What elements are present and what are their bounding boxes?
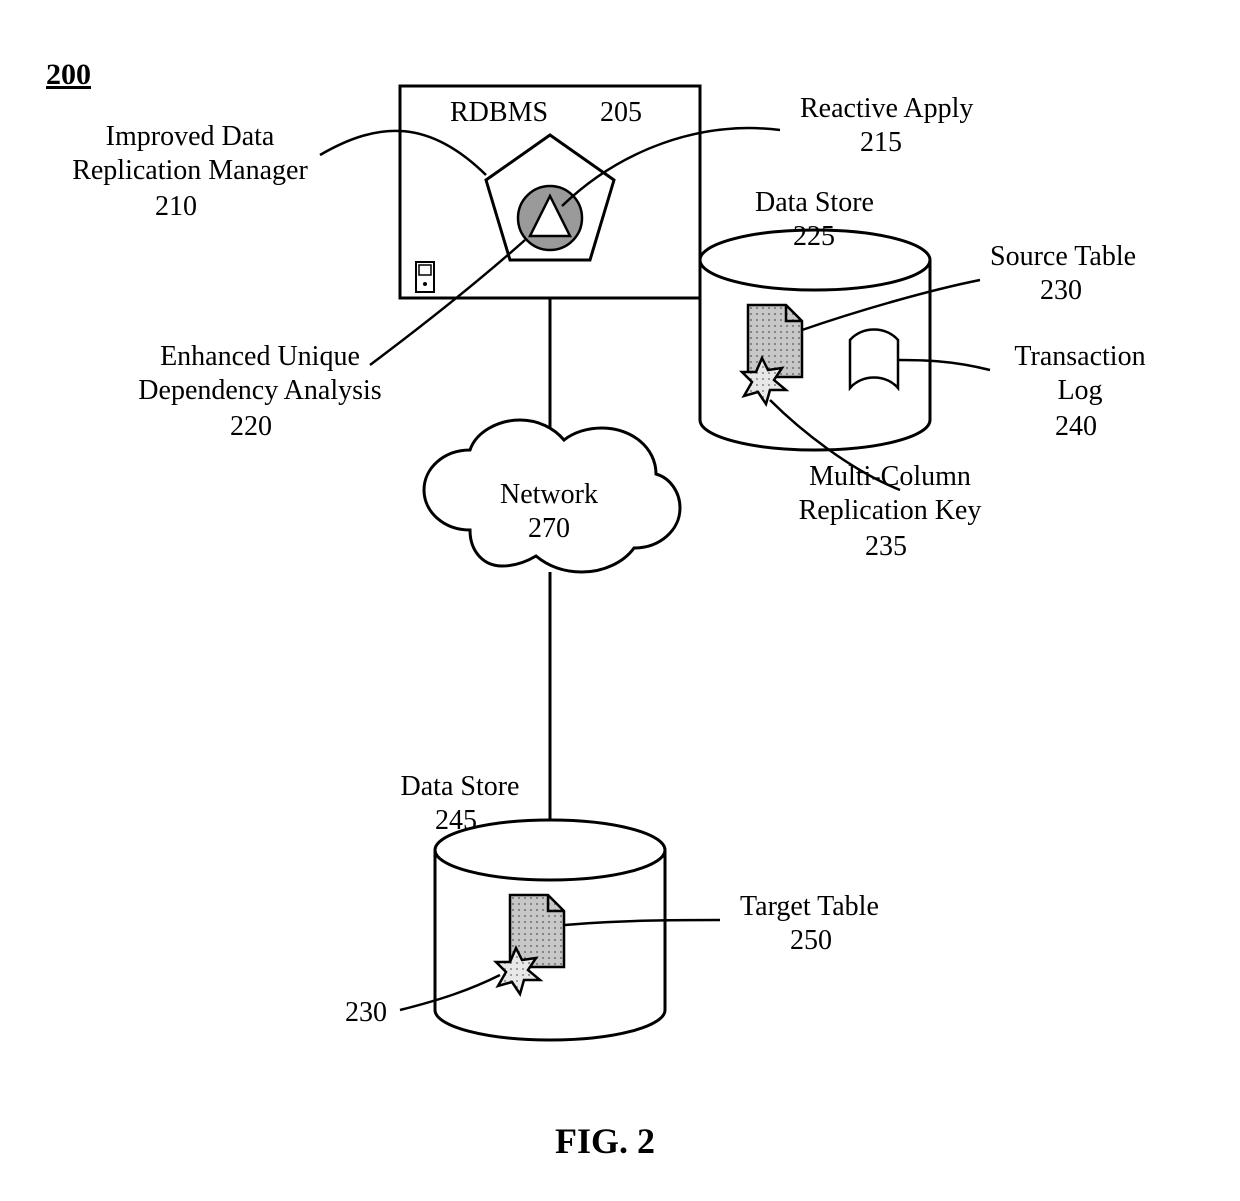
data-store-top-label: Data Store	[755, 186, 874, 220]
network-label: Network	[500, 478, 598, 512]
dep-analysis-num: 220	[230, 410, 272, 444]
reactive-apply-num: 215	[860, 126, 902, 160]
rdbms-num: 205	[600, 96, 642, 130]
transaction-log-label: Transaction Log	[1000, 340, 1160, 407]
source-table-label: Source Table	[990, 240, 1136, 274]
replication-key-label: Multi-Column Replication Key	[780, 460, 1000, 527]
target-table-label: Target Table	[740, 890, 879, 924]
figure-caption: FIG. 2	[555, 1120, 655, 1162]
transaction-log-num: 240	[1055, 410, 1097, 444]
diagram-stage: 200	[0, 0, 1240, 1201]
dep-analysis-label: Enhanced Unique Dependency Analysis	[120, 340, 400, 407]
replication-mgr-label: Improved Data Replication Manager	[60, 120, 320, 187]
data-store-bottom-num: 245	[435, 804, 477, 838]
rdbms-label: RDBMS	[450, 96, 548, 130]
reactive-apply-label: Reactive Apply	[800, 92, 973, 126]
replication-mgr-num: 210	[155, 190, 197, 224]
replication-key-num: 235	[865, 530, 907, 564]
data-store-top-num: 225	[793, 220, 835, 254]
target-table-num: 250	[790, 924, 832, 958]
source-table-num: 230	[1040, 274, 1082, 308]
bottom-ref-num: 230	[345, 996, 387, 1030]
data-store-bottom-label: Data Store	[380, 770, 540, 804]
network-num: 270	[528, 512, 570, 546]
